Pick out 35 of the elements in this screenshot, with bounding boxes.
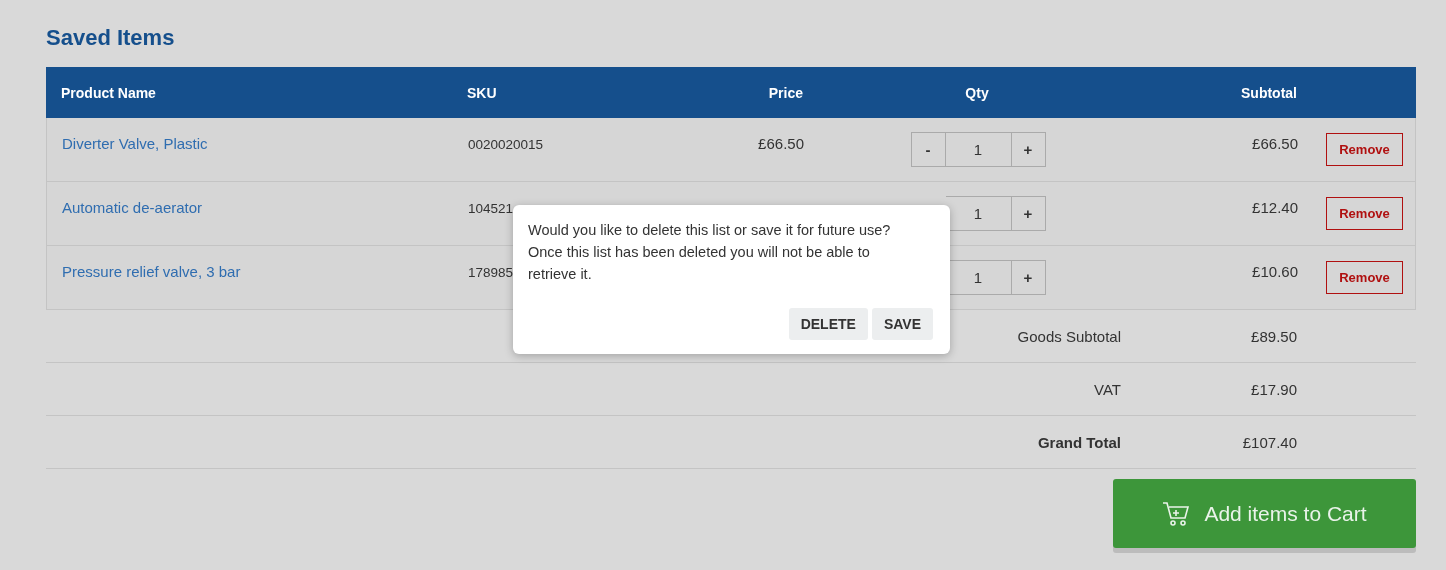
remove-button[interactable]: Remove bbox=[1326, 133, 1403, 166]
total-value: £107.40 bbox=[1242, 433, 1297, 451]
column-header: Price bbox=[768, 84, 803, 101]
total-label: Goods Subtotal bbox=[1017, 327, 1121, 345]
total-value: £17.90 bbox=[1251, 380, 1297, 398]
total-label: VAT bbox=[1094, 380, 1121, 398]
quantity-field[interactable]: 1 bbox=[945, 132, 1011, 167]
remove-button[interactable]: Remove bbox=[1326, 261, 1403, 294]
dialog-message: Would you like to delete this list or save it for future use? Once this list has been deleted you will not be able to retrieve it. bbox=[528, 221, 892, 284]
increase-button[interactable]: + bbox=[1010, 260, 1046, 295]
sku-text: 178985 bbox=[468, 265, 514, 280]
increase-button[interactable]: + bbox=[1010, 132, 1046, 167]
column-header: Product Name bbox=[61, 84, 156, 101]
remove-button[interactable]: Remove bbox=[1326, 197, 1403, 230]
price-text: £66.50 bbox=[758, 135, 804, 152]
product-link[interactable]: Automatic de-aerator bbox=[62, 199, 203, 216]
subtotal-text: £10.60 bbox=[1252, 263, 1298, 280]
delete-button[interactable]: DELETE bbox=[788, 308, 868, 340]
column-header: Subtotal bbox=[1241, 84, 1297, 101]
page-title: Saved Items bbox=[46, 24, 175, 52]
product-link[interactable]: Pressure relief valve, 3 bar bbox=[62, 263, 241, 280]
decrease-button[interactable]: - bbox=[910, 132, 946, 167]
quantity-field[interactable]: 1 bbox=[945, 196, 1011, 231]
sku-text: 0020020015 bbox=[468, 137, 544, 152]
cart-icon bbox=[1162, 500, 1191, 527]
total-value: £89.50 bbox=[1251, 327, 1297, 345]
sku-text: 104521 bbox=[468, 201, 514, 216]
subtotal-text: £12.40 bbox=[1252, 199, 1298, 216]
subtotal-text: £66.50 bbox=[1252, 135, 1298, 152]
product-link[interactable]: Diverter Valve, Plastic bbox=[62, 135, 208, 152]
column-header: Qty bbox=[965, 84, 989, 101]
save-button[interactable]: SAVE bbox=[871, 308, 933, 340]
increase-button[interactable]: + bbox=[1010, 196, 1046, 231]
total-label: Grand Total bbox=[1037, 433, 1121, 451]
column-header: SKU bbox=[467, 84, 497, 101]
